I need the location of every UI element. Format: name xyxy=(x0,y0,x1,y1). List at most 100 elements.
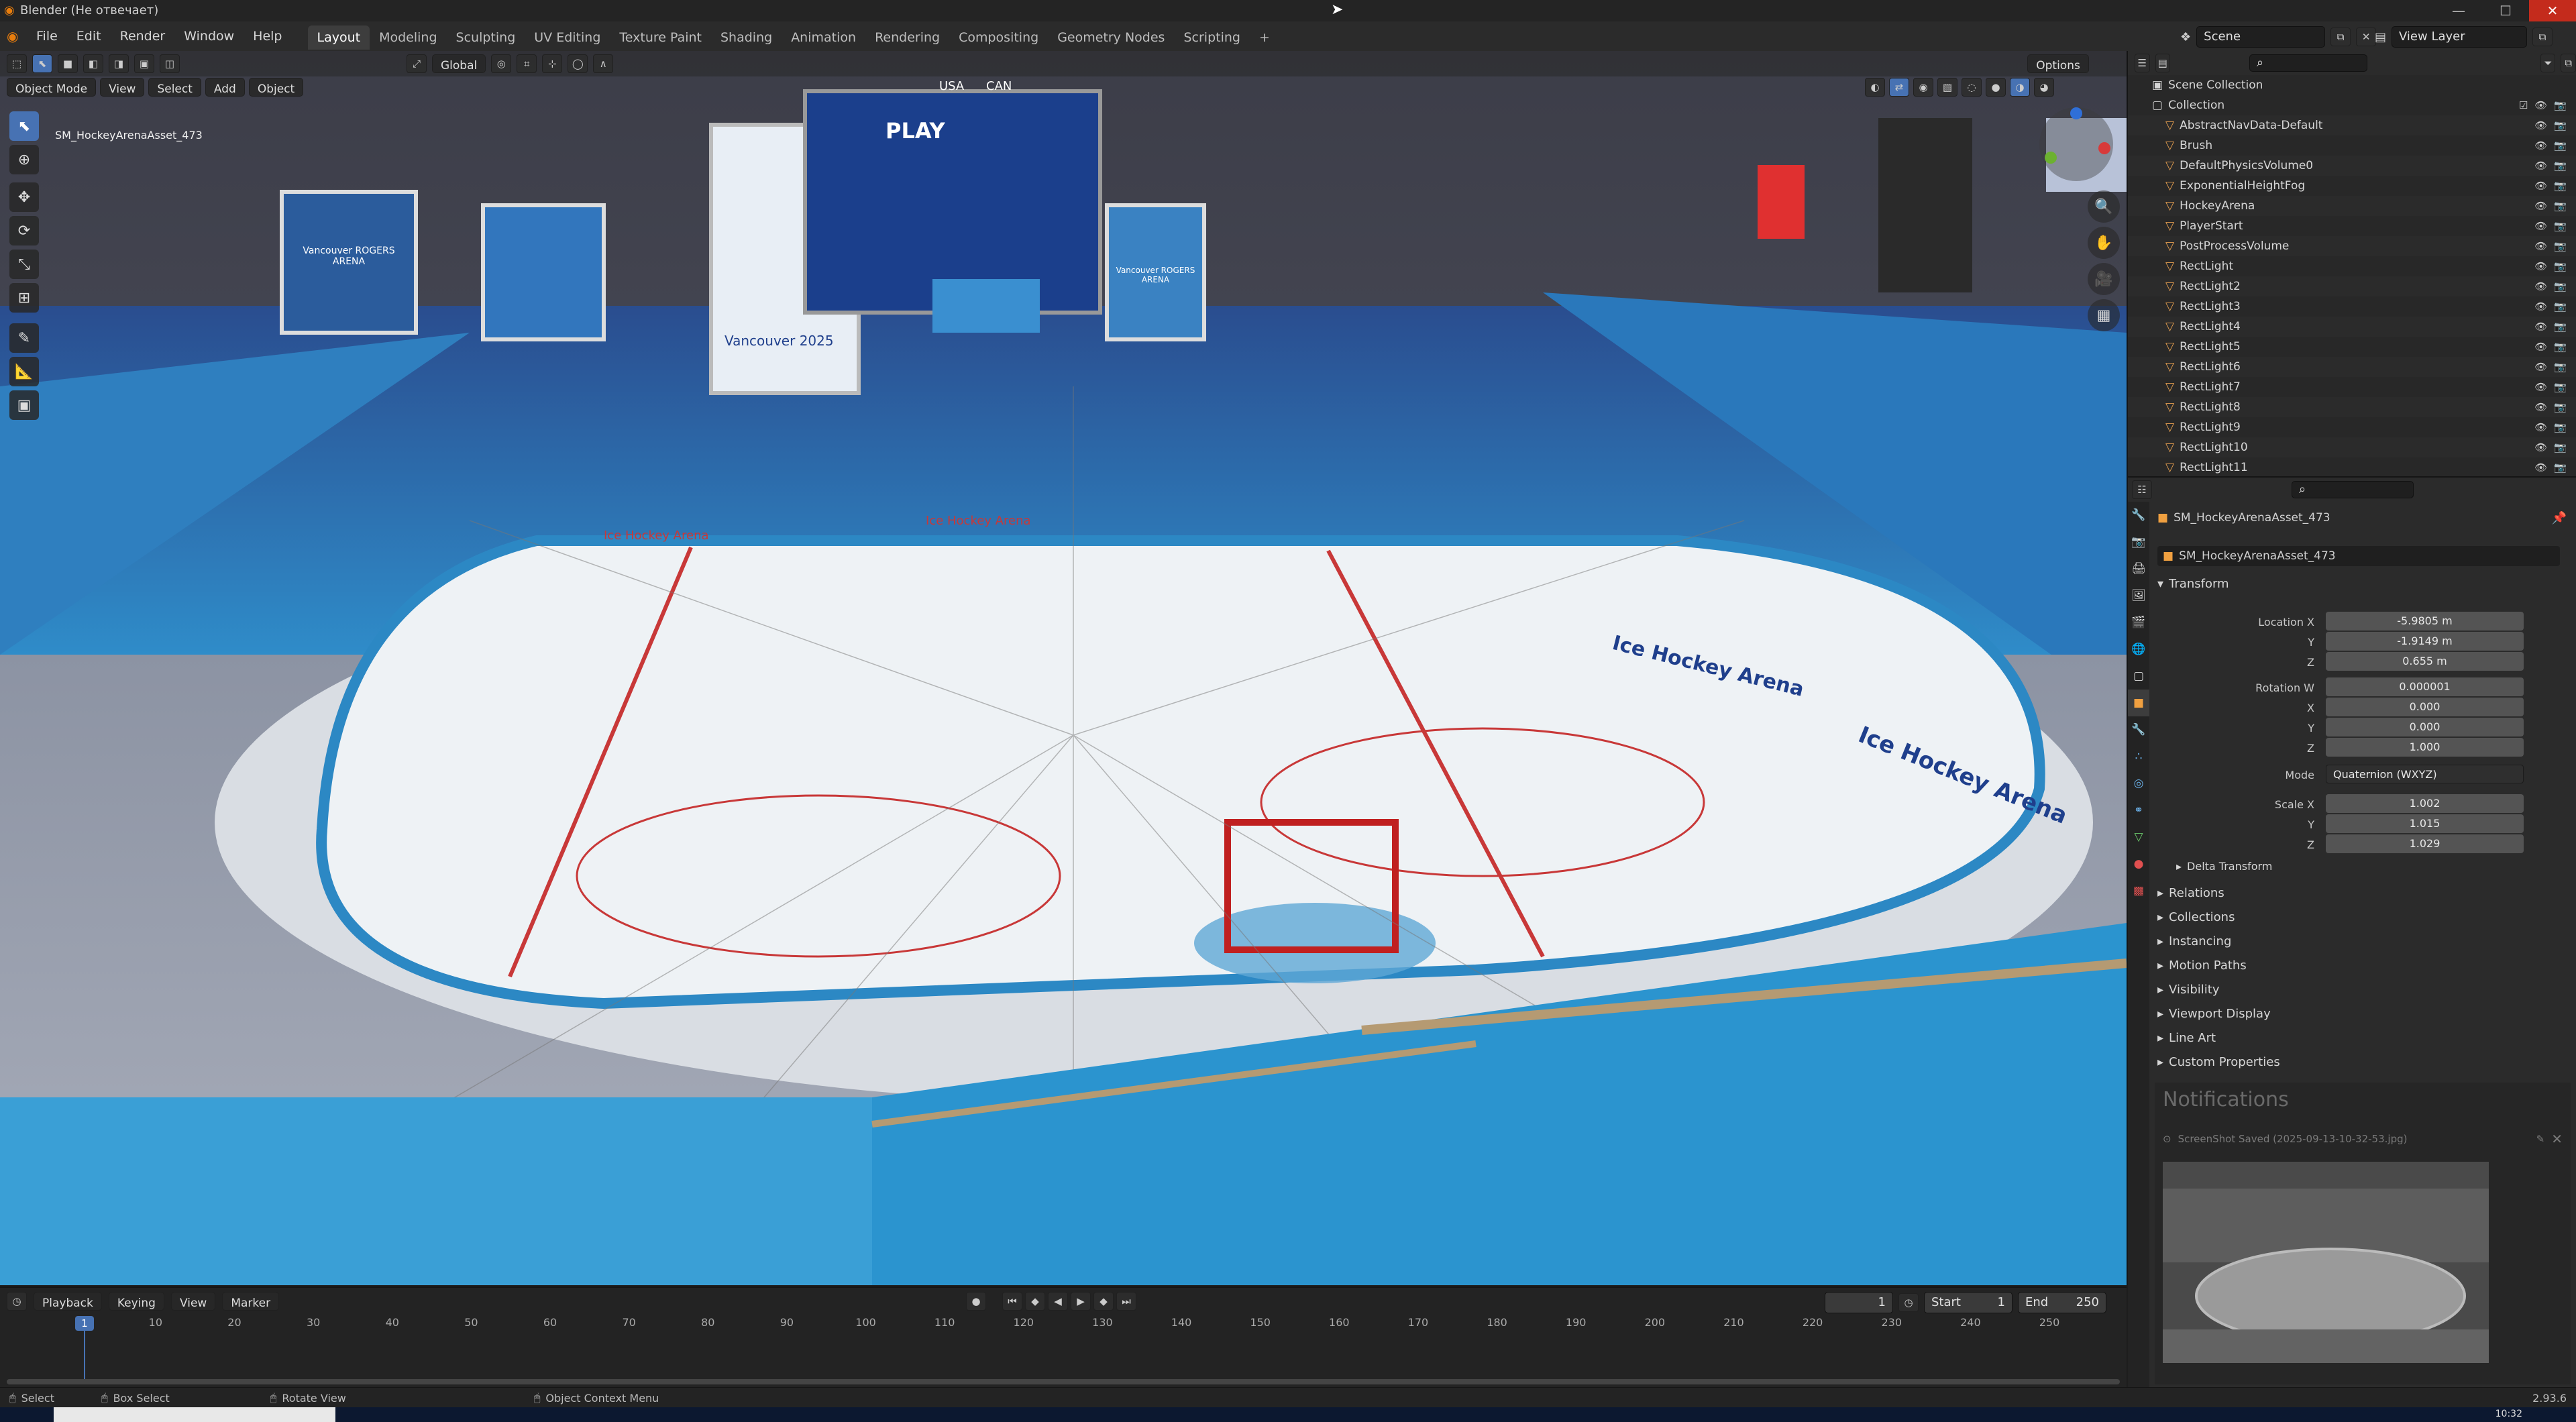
eye-icon[interactable]: 👁 xyxy=(2534,361,2547,373)
gizmo-y-axis-icon[interactable] xyxy=(2045,152,2057,164)
outliner-item[interactable]: ▽ RectLight3 👁 📷 xyxy=(2128,296,2576,317)
collection-tab-icon[interactable]: ▢ xyxy=(2128,663,2149,690)
gizmo-x-axis-icon[interactable] xyxy=(2098,142,2110,154)
menu-file[interactable]: File xyxy=(27,21,67,51)
eye-icon[interactable]: 👁 xyxy=(2534,341,2547,353)
snap-icon[interactable]: ⌗ xyxy=(517,54,537,73)
tab-geometry-nodes[interactable]: Geometry Nodes xyxy=(1048,25,1174,50)
timeline-view-menu[interactable]: View xyxy=(170,1292,216,1311)
outliner-search-input[interactable]: ⌕ xyxy=(2249,54,2367,72)
prev-keyframe-icon[interactable]: ◆ xyxy=(1025,1292,1045,1311)
outliner-item[interactable]: ▽ PlayerStart 👁 📷 xyxy=(2128,216,2576,236)
panel-line-art[interactable]: ▸ Line Art xyxy=(2157,1028,2216,1048)
eye-icon[interactable]: 👁 xyxy=(2534,240,2547,252)
perspective-toggle-icon[interactable]: ▦ xyxy=(2088,299,2120,331)
tab-layout[interactable]: Layout xyxy=(307,25,370,50)
outliner-item[interactable]: ▽ RectLight7 👁 📷 xyxy=(2128,377,2576,397)
menu-window[interactable]: Window xyxy=(174,21,244,51)
outliner-item[interactable]: ▽ RectLight10 👁 📷 xyxy=(2128,437,2576,457)
render-camera-icon[interactable]: 📷 xyxy=(2554,200,2567,212)
scene-tab-icon[interactable]: 🎬 xyxy=(2128,609,2149,636)
properties-search-input[interactable]: ⌕ xyxy=(2292,481,2414,498)
menu-render[interactable]: Render xyxy=(111,21,175,51)
view-menu[interactable]: View xyxy=(100,78,145,97)
select-mode-subtract-icon[interactable]: ◨ xyxy=(109,54,129,73)
playback-menu[interactable]: Playback xyxy=(34,1292,102,1311)
solid-shading-icon[interactable]: ● xyxy=(1986,78,2006,97)
navigation-gizmo[interactable] xyxy=(2039,107,2113,181)
panel-collections[interactable]: ▸ Collections xyxy=(2157,907,2235,927)
location-y-field[interactable]: -1.9149 m xyxy=(2326,632,2524,651)
select-mode-new-icon[interactable]: ■ xyxy=(58,54,78,73)
proportional-edit-icon[interactable]: ◯ xyxy=(568,54,588,73)
select-menu[interactable]: Select xyxy=(148,78,201,97)
menu-edit[interactable]: Edit xyxy=(67,21,111,51)
eye-icon[interactable]: 👁 xyxy=(2534,441,2547,453)
render-camera-icon[interactable]: 📷 xyxy=(2554,321,2567,333)
object-tab-icon[interactable]: ■ xyxy=(2128,690,2149,716)
wireframe-shading-icon[interactable]: ◌ xyxy=(1962,78,1982,97)
camera-view-icon[interactable]: 🎥 xyxy=(2088,263,2120,295)
gizmo-z-axis-icon[interactable] xyxy=(2070,107,2082,119)
exclude-checkbox-icon[interactable]: ☑ xyxy=(2519,99,2528,111)
transform-panel-header[interactable]: ▾ Transform xyxy=(2157,577,2229,591)
outliner-item[interactable]: ▽ AbstractNavData-Default 👁 📷 xyxy=(2128,115,2576,135)
blender-menu-icon[interactable]: ◉ xyxy=(0,28,27,44)
eye-icon[interactable]: 👁 xyxy=(2534,180,2547,192)
panel-custom-properties[interactable]: ▸ Custom Properties xyxy=(2157,1052,2280,1072)
editor-type-icon[interactable]: ⬚ xyxy=(7,54,27,73)
render-camera-icon[interactable]: 📷 xyxy=(2554,421,2567,433)
tool-tab-icon[interactable]: 🔧 xyxy=(2128,502,2149,529)
delete-scene-icon[interactable]: ✕ xyxy=(2356,28,2377,46)
outliner-item[interactable]: ▽ Brush 👁 📷 xyxy=(2128,135,2576,156)
keying-menu[interactable]: Keying xyxy=(108,1292,164,1311)
options-dropdown[interactable]: Options xyxy=(2027,54,2089,73)
location-x-field[interactable]: -5.9805 m xyxy=(2326,612,2524,631)
play-reverse-icon[interactable]: ◀ xyxy=(1048,1292,1068,1311)
material-shading-icon[interactable]: ◑ xyxy=(2010,78,2030,97)
eye-icon[interactable]: 👁 xyxy=(2534,381,2547,393)
eye-icon[interactable]: 👁 xyxy=(2534,99,2547,111)
end-frame-field[interactable]: End 250 xyxy=(2018,1292,2106,1313)
outliner-item[interactable]: ▽ RectLight8 👁 📷 xyxy=(2128,397,2576,417)
pivot-icon[interactable]: ◎ xyxy=(491,54,512,73)
tab-scripting[interactable]: Scripting xyxy=(1174,25,1250,50)
scale-x-field[interactable]: 1.002 xyxy=(2326,794,2524,813)
outliner-editor-icon[interactable]: ☰ xyxy=(2135,54,2150,72)
dismiss-notification-icon[interactable]: ✕ xyxy=(2551,1131,2563,1147)
outliner-item[interactable]: ▽ RectLight11 👁 📷 xyxy=(2128,457,2576,476)
annotate-tool-icon[interactable]: ✎ xyxy=(9,323,39,353)
add-menu[interactable]: Add xyxy=(205,78,245,97)
render-camera-icon[interactable]: 📷 xyxy=(2554,99,2567,111)
tab-texture-paint[interactable]: Texture Paint xyxy=(610,25,711,50)
render-camera-icon[interactable]: 📷 xyxy=(2554,461,2567,474)
edit-icon[interactable]: ✎ xyxy=(2536,1133,2545,1145)
timeline-scrollbar[interactable] xyxy=(7,1379,2120,1384)
render-camera-icon[interactable]: 📷 xyxy=(2554,119,2567,131)
texture-tab-icon[interactable]: ▩ xyxy=(2128,877,2149,904)
menu-help[interactable]: Help xyxy=(244,21,291,51)
rotation-x-field[interactable]: 0.000 xyxy=(2326,698,2524,716)
add-cube-tool-icon[interactable]: ▣ xyxy=(9,390,39,420)
data-tab-icon[interactable]: ▽ xyxy=(2128,824,2149,851)
object-mode-dropdown[interactable]: Object Mode xyxy=(7,78,97,97)
tab-rendering[interactable]: Rendering xyxy=(865,25,949,50)
display-mode-icon[interactable]: ▤ xyxy=(2155,54,2171,72)
move-tool-icon[interactable]: ✥ xyxy=(9,182,39,212)
select-mode-intersect-icon[interactable]: ◫ xyxy=(160,54,180,73)
play-icon[interactable]: ▶ xyxy=(1071,1292,1091,1311)
eye-icon[interactable]: 👁 xyxy=(2534,421,2547,433)
jump-start-icon[interactable]: ⏮ xyxy=(1002,1292,1022,1311)
object-menu[interactable]: Object xyxy=(248,78,304,97)
eye-icon[interactable]: 👁 xyxy=(2534,220,2547,232)
render-camera-icon[interactable]: 📷 xyxy=(2554,441,2567,453)
select-box-tool-icon[interactable]: ⬉ xyxy=(9,111,39,141)
minimize-button[interactable]: — xyxy=(2435,0,2482,21)
jump-end-icon[interactable]: ⏭ xyxy=(1116,1292,1136,1311)
eye-icon[interactable]: 👁 xyxy=(2534,200,2547,212)
delta-transform-header[interactable]: ▸ Delta Transform xyxy=(2176,860,2272,873)
render-camera-icon[interactable]: 📷 xyxy=(2554,300,2567,313)
render-camera-icon[interactable]: 📷 xyxy=(2554,220,2567,232)
render-camera-icon[interactable]: 📷 xyxy=(2554,381,2567,393)
constraints-tab-icon[interactable]: ⚭ xyxy=(2128,797,2149,824)
